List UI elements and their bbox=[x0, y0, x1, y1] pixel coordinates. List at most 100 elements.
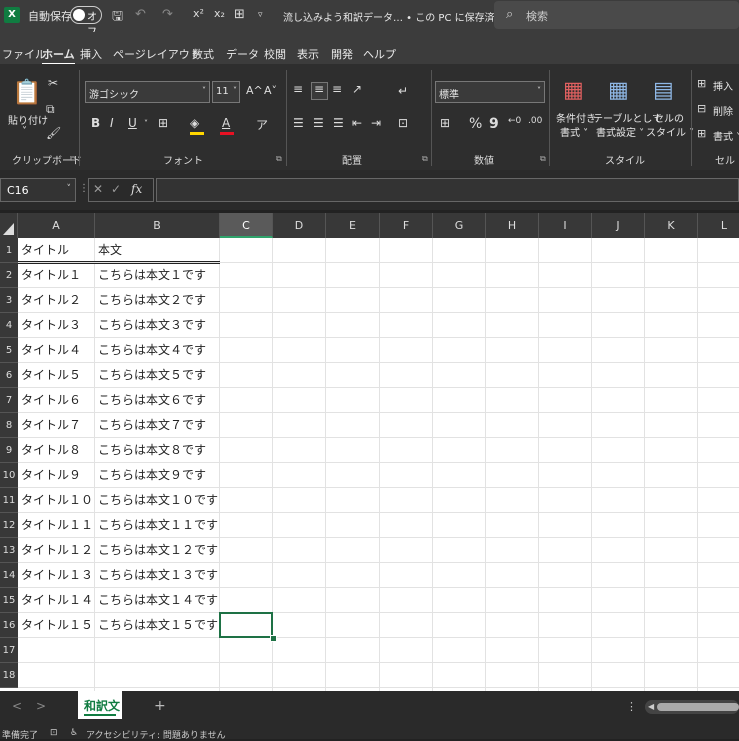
number-format-select[interactable]: 標準 ˅ bbox=[435, 81, 545, 103]
cell-b2[interactable]: こちらは本文１です bbox=[95, 263, 220, 288]
cell-b13[interactable]: こちらは本文１２です bbox=[95, 538, 220, 563]
horizontal-scrollbar[interactable]: ◀ bbox=[645, 700, 739, 714]
row-header[interactable]: 9 bbox=[0, 438, 18, 463]
cell-a2[interactable]: タイトル１ bbox=[18, 263, 95, 288]
row-header[interactable]: 6 bbox=[0, 363, 18, 388]
cell-a5[interactable]: タイトル４ bbox=[18, 338, 95, 363]
conditional-format-line2[interactable]: 書式 ˅ bbox=[560, 124, 588, 139]
cell-a15[interactable]: タイトル１４ bbox=[18, 588, 95, 613]
tab-help[interactable]: ヘルプ bbox=[363, 46, 396, 62]
format-as-table-icon[interactable]: ▦ bbox=[608, 78, 629, 103]
underline-dropdown-icon[interactable]: ˅ bbox=[144, 119, 148, 128]
row-header[interactable]: 12 bbox=[0, 513, 18, 538]
prev-sheet-button[interactable]: < bbox=[12, 699, 22, 713]
cell-b14[interactable]: こちらは本文１３です bbox=[95, 563, 220, 588]
orientation-icon[interactable]: ↗ bbox=[352, 82, 362, 96]
row-header[interactable]: 1 bbox=[0, 238, 18, 263]
tab-developer[interactable]: 開発 bbox=[331, 46, 353, 62]
align-right-icon[interactable]: ☰ bbox=[333, 116, 344, 130]
conditional-format-line1[interactable]: 条件付き bbox=[556, 110, 596, 125]
cell-a12[interactable]: タイトル１１ bbox=[18, 513, 95, 538]
save-icon[interactable]: 🖫 bbox=[112, 7, 123, 29]
column-header-h[interactable]: H bbox=[486, 213, 539, 238]
row-header[interactable]: 8 bbox=[0, 413, 18, 438]
column-header-b[interactable]: B bbox=[95, 213, 220, 238]
cell-a13[interactable]: タイトル１２ bbox=[18, 538, 95, 563]
row-header[interactable]: 3 bbox=[0, 288, 18, 313]
format-as-table-line1[interactable]: テーブルとして bbox=[593, 110, 662, 125]
cell-b4[interactable]: こちらは本文３です bbox=[95, 313, 220, 338]
row-header[interactable]: 14 bbox=[0, 563, 18, 588]
cut-icon[interactable]: ✂ bbox=[48, 76, 58, 90]
cell-b11[interactable]: こちらは本文１０です bbox=[95, 488, 220, 513]
formula-input[interactable] bbox=[156, 178, 739, 202]
row-header[interactable]: 7 bbox=[0, 388, 18, 413]
accessibility-status[interactable]: アクセシビリティ: 問題ありません bbox=[86, 728, 226, 741]
cell-a8[interactable]: タイトル７ bbox=[18, 413, 95, 438]
cell-b3[interactable]: こちらは本文２です bbox=[95, 288, 220, 313]
cell-a18[interactable] bbox=[18, 663, 95, 688]
cell-b6[interactable]: こちらは本文５です bbox=[95, 363, 220, 388]
fill-color-icon[interactable]: ◈ bbox=[190, 116, 199, 130]
superscript-icon[interactable]: x² bbox=[193, 7, 204, 20]
row-header[interactable]: 5 bbox=[0, 338, 18, 363]
cell-b16[interactable]: こちらは本文１５です bbox=[95, 613, 220, 638]
merge-center-icon[interactable]: ⊡ bbox=[398, 116, 408, 130]
insert-cells-icon[interactable]: ⊞ bbox=[697, 77, 706, 90]
column-header-a[interactable]: A bbox=[18, 213, 95, 238]
cell-b17[interactable] bbox=[95, 638, 220, 663]
comma-style-button[interactable]: 9 bbox=[489, 116, 499, 132]
align-left-icon[interactable]: ☰ bbox=[293, 116, 304, 130]
redo-icon[interactable]: ↷ bbox=[162, 7, 173, 22]
font-color-icon[interactable]: A bbox=[222, 116, 230, 130]
cell-a1[interactable]: タイトル bbox=[18, 238, 95, 263]
cell-b10[interactable]: こちらは本文９です bbox=[95, 463, 220, 488]
cell-styles-line2[interactable]: スタイル ˅ bbox=[646, 124, 694, 139]
cell-b9[interactable]: こちらは本文８です bbox=[95, 438, 220, 463]
cell-styles-line1[interactable]: セルの bbox=[654, 110, 684, 125]
column-header-k[interactable]: K bbox=[645, 213, 698, 238]
delete-cells-icon[interactable]: ⊟ bbox=[697, 102, 706, 115]
subscript-icon[interactable]: x₂ bbox=[214, 7, 225, 20]
scroll-left-icon[interactable]: ◀ bbox=[648, 702, 654, 711]
tab-page-layout[interactable]: ページレイアウト bbox=[113, 46, 201, 62]
column-header-g[interactable]: G bbox=[433, 213, 486, 238]
copy-icon[interactable]: ⧉ bbox=[46, 102, 55, 117]
accessibility-icon[interactable]: ♿ bbox=[70, 728, 78, 738]
cell-a10[interactable]: タイトル９ bbox=[18, 463, 95, 488]
delete-cells-button[interactable]: 削除 bbox=[713, 103, 733, 118]
format-as-table-line2[interactable]: 書式設定 ˅ bbox=[596, 124, 644, 139]
row-header[interactable]: 4 bbox=[0, 313, 18, 338]
font-launcher-icon[interactable]: ⧉ bbox=[276, 154, 282, 164]
fill-handle[interactable] bbox=[270, 635, 277, 642]
autosave-toggle[interactable]: オフ bbox=[70, 6, 102, 38]
more-sheets-icon[interactable]: ⋮ bbox=[626, 700, 637, 713]
align-top-icon[interactable]: ≡ bbox=[293, 82, 303, 96]
scrollbar-thumb[interactable] bbox=[657, 703, 739, 711]
cell-a11[interactable]: タイトル１０ bbox=[18, 488, 95, 513]
cell-a17[interactable] bbox=[18, 638, 95, 663]
cancel-icon[interactable]: ✕ bbox=[93, 182, 103, 196]
customize-toolbar-icon[interactable]: ▿ bbox=[258, 10, 263, 20]
font-size-select[interactable]: 11 ˅ bbox=[212, 81, 240, 103]
alignment-launcher-icon[interactable]: ⧉ bbox=[422, 154, 428, 164]
increase-decimal-icon[interactable]: ←0 bbox=[508, 116, 521, 126]
cell-a3[interactable]: タイトル２ bbox=[18, 288, 95, 313]
tab-review[interactable]: 校閲 bbox=[264, 46, 286, 62]
wrap-text-icon[interactable]: ↵ bbox=[398, 84, 408, 98]
column-header-e[interactable]: E bbox=[326, 213, 380, 238]
cell-a16[interactable]: タイトル１５ bbox=[18, 613, 95, 638]
paste-dropdown-icon[interactable]: ˅ bbox=[22, 126, 27, 137]
tab-home[interactable]: ホーム bbox=[42, 46, 75, 65]
borders-icon[interactable]: ⊞ bbox=[158, 116, 168, 130]
decrease-indent-icon[interactable]: ⇤ bbox=[352, 116, 362, 130]
cell-a9[interactable]: タイトル８ bbox=[18, 438, 95, 463]
insert-function-button[interactable]: fx bbox=[131, 182, 142, 196]
column-header-j[interactable]: J bbox=[592, 213, 645, 238]
cell-styles-icon[interactable]: ▤ bbox=[653, 78, 674, 103]
cell-a6[interactable]: タイトル５ bbox=[18, 363, 95, 388]
cell-b8[interactable]: こちらは本文７です bbox=[95, 413, 220, 438]
row-header[interactable]: 15 bbox=[0, 588, 18, 613]
format-cells-button[interactable]: 書式 ˅ bbox=[713, 128, 739, 143]
column-header-i[interactable]: I bbox=[539, 213, 592, 238]
